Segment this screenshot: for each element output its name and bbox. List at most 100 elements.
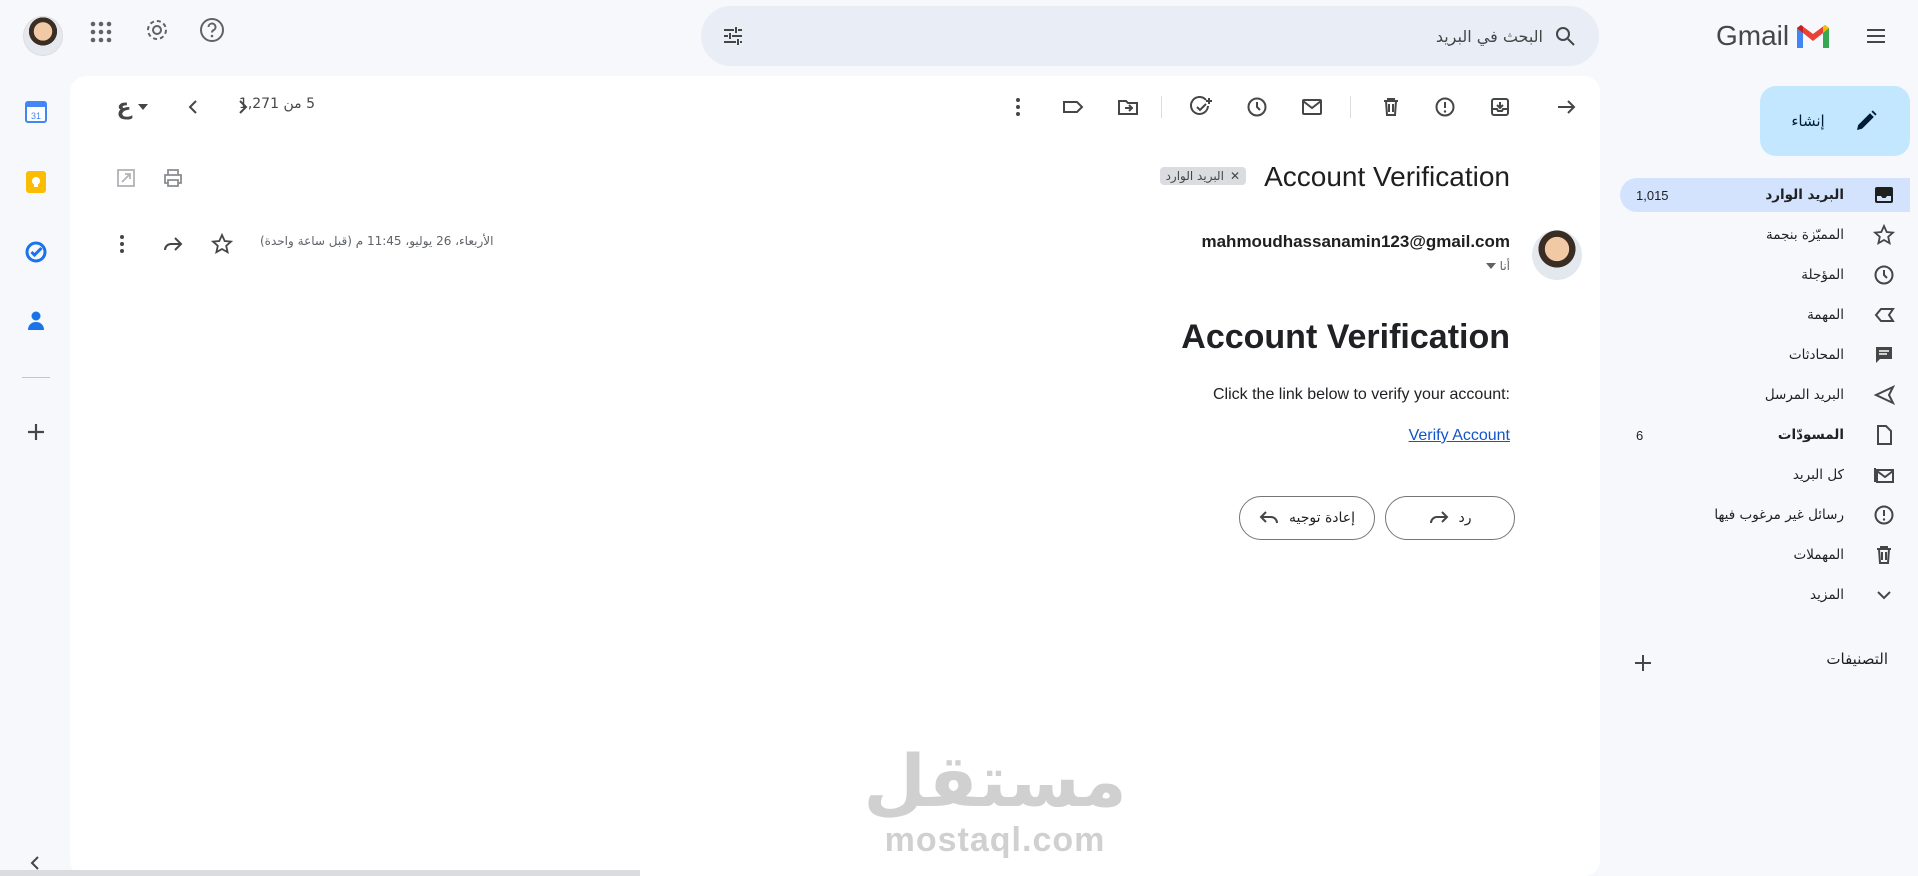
forward-button[interactable]: إعادة توجيه — [1239, 496, 1375, 540]
star-icon[interactable] — [206, 228, 238, 260]
contacts-icon[interactable] — [22, 307, 50, 335]
body-text: Click the link below to verify your acco… — [1212, 386, 1510, 403]
svg-text:31: 31 — [31, 111, 41, 121]
back-arrow-icon[interactable] — [1550, 91, 1582, 123]
nav-item-count: 6 — [1636, 427, 1644, 443]
spam-icon — [1872, 503, 1896, 527]
add-app-icon[interactable] — [22, 418, 50, 446]
nav-item[interactable]: رسائل غير مرغوب فيها — [1620, 498, 1910, 532]
nav-item-label: المؤجلة — [1801, 267, 1844, 283]
google-apps-icon[interactable] — [89, 20, 113, 44]
calendar-icon[interactable]: 31 — [22, 98, 50, 126]
reply-icon[interactable] — [157, 228, 189, 260]
search-options-icon[interactable] — [721, 24, 745, 48]
watermark-arabic: مستقل — [863, 739, 1127, 823]
gmail-m-icon — [1797, 25, 1830, 48]
trash-icon — [1872, 543, 1896, 567]
nav-item[interactable]: المزيد — [1620, 578, 1910, 612]
nav-item[interactable]: البريد الوارد 1,015 — [1620, 178, 1910, 212]
compose-button[interactable]: إنشاء — [1760, 86, 1910, 156]
caret-down-icon — [137, 104, 148, 110]
message-view: 5 من 1,271 ع Account Verification البريد… — [70, 76, 1600, 876]
reply-button-label: رد — [1458, 510, 1472, 526]
verify-account-link[interactable]: Verify Account — [1409, 427, 1510, 445]
caret-down-icon — [1485, 263, 1496, 269]
more-vert-icon[interactable] — [1002, 91, 1034, 123]
input-tools-label: ع — [116, 94, 132, 120]
chevron-down-icon — [1872, 583, 1896, 607]
reply-icon — [1429, 511, 1448, 524]
main-menu-icon[interactable] — [1856, 16, 1896, 56]
nav-item-label: المحادثات — [1788, 347, 1844, 363]
forward-icon — [1259, 511, 1278, 524]
toolbar-divider — [1350, 96, 1351, 118]
recipient-details[interactable]: أنا — [1485, 259, 1510, 273]
horizontal-scrollbar[interactable] — [0, 870, 640, 876]
clock-icon — [1872, 263, 1896, 287]
chat-icon — [1872, 343, 1896, 367]
label-icon[interactable] — [1057, 91, 1089, 123]
side-panel-divider — [22, 377, 50, 378]
mark-unread-icon[interactable] — [1296, 91, 1328, 123]
nav-item[interactable]: المسودّات 6 — [1620, 418, 1910, 452]
body-heading: Account Verification — [1181, 318, 1510, 356]
newer-chevron-icon[interactable] — [227, 91, 259, 123]
add-label-icon[interactable] — [1630, 650, 1656, 676]
nav-item[interactable]: كل البريد — [1620, 458, 1910, 492]
nav-item[interactable]: المحادثات — [1620, 338, 1910, 372]
add-to-tasks-icon[interactable] — [1186, 91, 1218, 123]
open-new-window-icon[interactable] — [110, 162, 142, 194]
sender-email[interactable]: mahmoudhassanamin123@gmail.com — [1201, 232, 1510, 252]
gmail-logo[interactable]: Gmail — [1716, 18, 1831, 54]
older-chevron-icon[interactable] — [177, 91, 209, 123]
pencil-icon — [1856, 110, 1877, 130]
input-tools-button[interactable]: ع — [110, 91, 154, 123]
search-bar[interactable] — [701, 6, 1599, 66]
nav-item-label: رسائل غير مرغوب فيها — [1714, 507, 1844, 523]
forward-button-label: إعادة توجيه — [1288, 510, 1356, 526]
all-mail-icon — [1872, 463, 1896, 487]
send-icon — [1872, 383, 1896, 407]
search-input[interactable] — [843, 6, 1543, 66]
gmail-logo-text: Gmail — [1716, 20, 1790, 51]
toolbar-divider — [1161, 96, 1162, 118]
nav-item[interactable]: البريد المرسل — [1620, 378, 1910, 412]
draft-icon — [1872, 423, 1896, 447]
watermark-latin: mostaql.com — [884, 821, 1106, 859]
remove-label-icon[interactable]: ✕ — [1230, 169, 1240, 183]
nav-item[interactable]: المميّزة بنجمة — [1620, 218, 1910, 252]
settings-gear-icon[interactable] — [143, 16, 171, 44]
nav-item[interactable]: المهمة — [1620, 298, 1910, 332]
snooze-icon[interactable] — [1241, 91, 1273, 123]
message-more-icon[interactable] — [106, 228, 138, 260]
compose-label: إنشاء — [1791, 112, 1825, 130]
move-to-icon[interactable] — [1112, 91, 1144, 123]
delete-icon[interactable] — [1375, 91, 1407, 123]
sender-avatar[interactable] — [1532, 230, 1582, 280]
nav-item[interactable]: المؤجلة — [1620, 258, 1910, 292]
watermark: مستقل mostaql.com — [845, 741, 1145, 860]
label-important-icon — [1872, 303, 1896, 327]
nav-item-count: 1,015 — [1636, 187, 1669, 203]
archive-icon[interactable] — [1484, 91, 1516, 123]
print-icon[interactable] — [157, 162, 189, 194]
report-spam-icon[interactable] — [1429, 91, 1461, 123]
inbox-icon — [1872, 183, 1896, 207]
tasks-icon[interactable] — [22, 238, 50, 266]
nav-item-label: البريد المرسل — [1764, 387, 1844, 403]
labels-heading: التصنيفات — [1826, 650, 1888, 668]
message-date: الأربعاء، 26 يوليو، 11:45 م (قبل ساعة وا… — [260, 234, 494, 248]
help-icon[interactable] — [198, 16, 226, 44]
nav-item[interactable]: المهملات — [1620, 538, 1910, 572]
keep-icon[interactable] — [22, 168, 50, 196]
message-subject: Account Verification — [1264, 161, 1510, 192]
nav-item-label: المهملات — [1793, 547, 1844, 563]
inbox-label-chip: البريد الوارد ✕ — [1159, 167, 1246, 185]
account-avatar[interactable] — [23, 16, 63, 56]
nav-item-label: المسودّات — [1777, 427, 1844, 443]
chip-label: البريد الوارد — [1165, 169, 1224, 183]
reply-button[interactable]: رد — [1385, 496, 1515, 540]
nav-item-label: المهمة — [1807, 307, 1844, 323]
search-icon[interactable] — [1553, 24, 1577, 48]
nav-item-label: المميّزة بنجمة — [1766, 227, 1844, 243]
